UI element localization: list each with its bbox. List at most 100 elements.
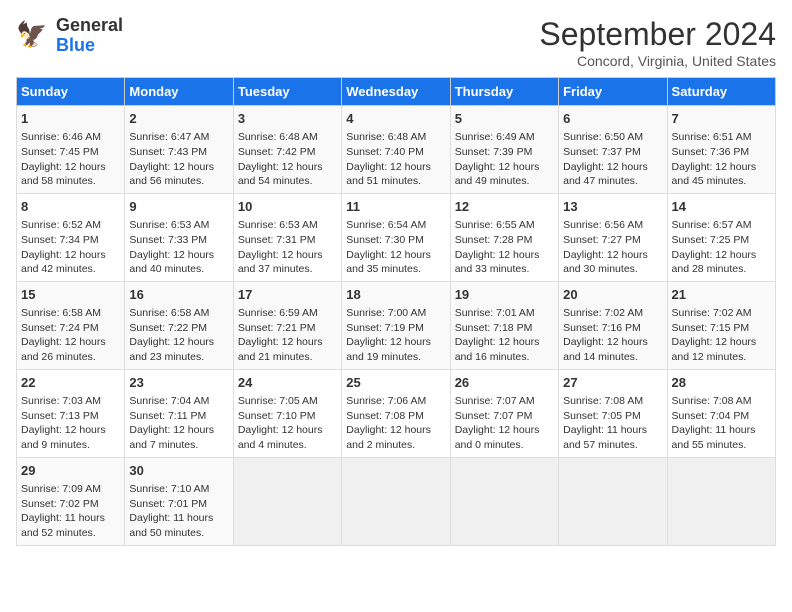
calendar-cell: 7Sunrise: 6:51 AMSunset: 7:36 PMDaylight… bbox=[667, 106, 775, 194]
calendar-subtitle: Concord, Virginia, United States bbox=[539, 53, 776, 69]
daylight-text: Daylight: 12 hours and 56 minutes. bbox=[129, 161, 214, 188]
calendar-cell bbox=[667, 457, 775, 545]
sunset-text: Sunset: 7:45 PM bbox=[21, 146, 99, 158]
sunset-text: Sunset: 7:10 PM bbox=[238, 410, 316, 422]
day-number: 6 bbox=[563, 110, 662, 128]
sunrise-text: Sunrise: 6:52 AM bbox=[21, 219, 101, 231]
sunrise-text: Sunrise: 7:02 AM bbox=[672, 307, 752, 319]
daylight-text: Daylight: 12 hours and 2 minutes. bbox=[346, 424, 431, 451]
calendar-cell: 28Sunrise: 7:08 AMSunset: 7:04 PMDayligh… bbox=[667, 369, 775, 457]
day-number: 26 bbox=[455, 374, 554, 392]
day-number: 20 bbox=[563, 286, 662, 304]
daylight-text: Daylight: 12 hours and 26 minutes. bbox=[21, 336, 106, 363]
daylight-text: Daylight: 12 hours and 16 minutes. bbox=[455, 336, 540, 363]
sunrise-text: Sunrise: 6:57 AM bbox=[672, 219, 752, 231]
calendar-cell: 14Sunrise: 6:57 AMSunset: 7:25 PMDayligh… bbox=[667, 193, 775, 281]
sunrise-text: Sunrise: 7:03 AM bbox=[21, 395, 101, 407]
day-number: 22 bbox=[21, 374, 120, 392]
calendar-title: September 2024 bbox=[539, 16, 776, 53]
calendar-cell: 18Sunrise: 7:00 AMSunset: 7:19 PMDayligh… bbox=[342, 281, 450, 369]
sunrise-text: Sunrise: 6:58 AM bbox=[21, 307, 101, 319]
sunset-text: Sunset: 7:40 PM bbox=[346, 146, 424, 158]
day-number: 4 bbox=[346, 110, 445, 128]
calendar-cell: 4Sunrise: 6:48 AMSunset: 7:40 PMDaylight… bbox=[342, 106, 450, 194]
calendar-week-row: 8Sunrise: 6:52 AMSunset: 7:34 PMDaylight… bbox=[17, 193, 776, 281]
sunrise-text: Sunrise: 7:00 AM bbox=[346, 307, 426, 319]
calendar-cell: 13Sunrise: 6:56 AMSunset: 7:27 PMDayligh… bbox=[559, 193, 667, 281]
sunrise-text: Sunrise: 6:48 AM bbox=[238, 131, 318, 143]
calendar-cell: 24Sunrise: 7:05 AMSunset: 7:10 PMDayligh… bbox=[233, 369, 341, 457]
daylight-text: Daylight: 12 hours and 0 minutes. bbox=[455, 424, 540, 451]
page-header: 🦅 General Blue September 2024 Concord, V… bbox=[16, 16, 776, 69]
daylight-text: Daylight: 12 hours and 37 minutes. bbox=[238, 249, 323, 276]
calendar-cell: 3 Sunrise: 6:48 AM Sunset: 7:42 PM Daylight… bbox=[233, 106, 341, 194]
weekday-header-cell: Wednesday bbox=[342, 78, 450, 106]
sunset-text: Sunset: 7:33 PM bbox=[129, 234, 207, 246]
sunrise-text: Sunrise: 6:48 AM bbox=[346, 131, 426, 143]
calendar-week-row: 1Sunrise: 6:46 AMSunset: 7:45 PMDaylight… bbox=[17, 106, 776, 194]
daylight-text: Daylight: 12 hours and 14 minutes. bbox=[563, 336, 648, 363]
day-number: 17 bbox=[238, 286, 337, 304]
sunset-text: Sunset: 7:22 PM bbox=[129, 322, 207, 334]
weekday-header-cell: Thursday bbox=[450, 78, 558, 106]
sunrise-text: Sunrise: 6:51 AM bbox=[672, 131, 752, 143]
sunset-text: Sunset: 7:42 PM bbox=[238, 146, 316, 158]
weekday-header-cell: Tuesday bbox=[233, 78, 341, 106]
calendar-cell: 11Sunrise: 6:54 AMSunset: 7:30 PMDayligh… bbox=[342, 193, 450, 281]
day-number: 3 bbox=[238, 110, 337, 128]
sunrise-text: Sunrise: 7:06 AM bbox=[346, 395, 426, 407]
sunset-text: Sunset: 7:31 PM bbox=[238, 234, 316, 246]
calendar-cell: 30Sunrise: 7:10 AMSunset: 7:01 PMDayligh… bbox=[125, 457, 233, 545]
title-block: September 2024 Concord, Virginia, United… bbox=[539, 16, 776, 69]
weekday-header-row: SundayMondayTuesdayWednesdayThursdayFrid… bbox=[17, 78, 776, 106]
calendar-cell: 9Sunrise: 6:53 AMSunset: 7:33 PMDaylight… bbox=[125, 193, 233, 281]
sunrise-text: Sunrise: 7:01 AM bbox=[455, 307, 535, 319]
sunrise-text: Sunrise: 6:46 AM bbox=[21, 131, 101, 143]
day-number: 25 bbox=[346, 374, 445, 392]
day-number: 13 bbox=[563, 198, 662, 216]
sunrise-text: Sunrise: 7:02 AM bbox=[563, 307, 643, 319]
daylight-text: Daylight: 12 hours and 7 minutes. bbox=[129, 424, 214, 451]
daylight-text: Daylight: 12 hours and 42 minutes. bbox=[21, 249, 106, 276]
daylight-text: Daylight: 12 hours and 54 minutes. bbox=[238, 161, 323, 188]
calendar-cell: 22Sunrise: 7:03 AMSunset: 7:13 PMDayligh… bbox=[17, 369, 125, 457]
daylight-text: Daylight: 12 hours and 9 minutes. bbox=[21, 424, 106, 451]
daylight-text: Daylight: 11 hours and 50 minutes. bbox=[129, 512, 213, 539]
sunrise-text: Sunrise: 6:47 AM bbox=[129, 131, 209, 143]
sunset-text: Sunset: 7:34 PM bbox=[21, 234, 99, 246]
sunrise-text: Sunrise: 7:05 AM bbox=[238, 395, 318, 407]
logo: 🦅 General Blue bbox=[16, 16, 123, 56]
logo-icon: 🦅 bbox=[16, 18, 52, 54]
calendar-cell: 6Sunrise: 6:50 AMSunset: 7:37 PMDaylight… bbox=[559, 106, 667, 194]
daylight-text: Daylight: 12 hours and 58 minutes. bbox=[21, 161, 106, 188]
day-number: 14 bbox=[672, 198, 771, 216]
day-number: 24 bbox=[238, 374, 337, 392]
sunset-text: Sunset: 7:07 PM bbox=[455, 410, 533, 422]
sunset-text: Sunset: 7:24 PM bbox=[21, 322, 99, 334]
calendar-cell bbox=[559, 457, 667, 545]
sunrise-text: Sunrise: 6:53 AM bbox=[238, 219, 318, 231]
calendar-cell: 2Sunrise: 6:47 AMSunset: 7:43 PMDaylight… bbox=[125, 106, 233, 194]
weekday-header-cell: Friday bbox=[559, 78, 667, 106]
daylight-text: Daylight: 12 hours and 23 minutes. bbox=[129, 336, 214, 363]
sunset-text: Sunset: 7:08 PM bbox=[346, 410, 424, 422]
daylight-text: Daylight: 12 hours and 12 minutes. bbox=[672, 336, 757, 363]
day-number: 30 bbox=[129, 462, 228, 480]
sunrise-text: Sunrise: 6:49 AM bbox=[455, 131, 535, 143]
sunset-text: Sunset: 7:18 PM bbox=[455, 322, 533, 334]
calendar-week-row: 15Sunrise: 6:58 AMSunset: 7:24 PMDayligh… bbox=[17, 281, 776, 369]
daylight-text: Daylight: 12 hours and 45 minutes. bbox=[672, 161, 757, 188]
day-number: 23 bbox=[129, 374, 228, 392]
weekday-header-cell: Saturday bbox=[667, 78, 775, 106]
calendar-cell: 8Sunrise: 6:52 AMSunset: 7:34 PMDaylight… bbox=[17, 193, 125, 281]
calendar-cell: 25 Sunrise: 7:06 AM Sunset: 7:08 PM Dayligh… bbox=[342, 369, 450, 457]
sunrise-text: Sunrise: 7:07 AM bbox=[455, 395, 535, 407]
sunset-text: Sunset: 7:16 PM bbox=[563, 322, 641, 334]
sunrise-text: Sunrise: 7:08 AM bbox=[563, 395, 643, 407]
daylight-text: Daylight: 12 hours and 21 minutes. bbox=[238, 336, 323, 363]
sunset-text: Sunset: 7:11 PM bbox=[129, 410, 206, 422]
daylight-text: Daylight: 12 hours and 49 minutes. bbox=[455, 161, 540, 188]
sunrise-text: Sunrise: 7:10 AM bbox=[129, 483, 209, 495]
sunrise-text: Sunrise: 6:56 AM bbox=[563, 219, 643, 231]
calendar-cell: 27Sunrise: 7:08 AMSunset: 7:05 PMDayligh… bbox=[559, 369, 667, 457]
